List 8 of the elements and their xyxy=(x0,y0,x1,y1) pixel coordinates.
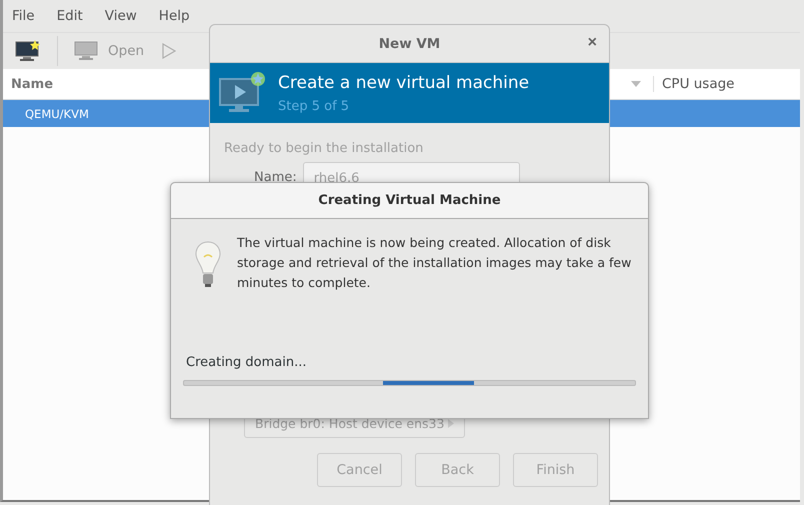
ready-label: Ready to begin the installation xyxy=(224,141,424,156)
step-label: Step 5 of 5 xyxy=(278,98,350,114)
message-text: The virtual machine is now being created. Allocation of disk storage and retrieval of the installation images may take a few minutes to complete. xyxy=(237,234,632,292)
status-label: Creating domain... xyxy=(185,355,308,370)
name-label: Name: xyxy=(254,170,297,184)
dialog-title: Creating Virtual Machine xyxy=(318,193,501,208)
window-title: New VM xyxy=(378,36,440,52)
header-title: Create a new virtual machine xyxy=(278,72,530,92)
